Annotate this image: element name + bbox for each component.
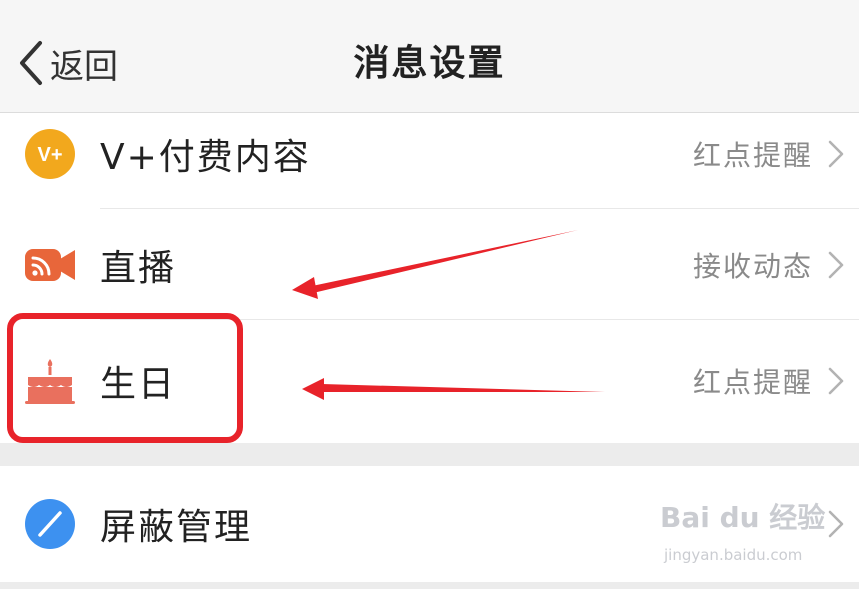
settings-row-vplus[interactable]: V+ V+付费内容 红点提醒 [0, 99, 859, 209]
row-divider [100, 319, 859, 320]
vplus-icon: V+ [25, 129, 75, 179]
watermark-url: jingyan.baidu.com [664, 546, 803, 564]
vplus-icon-text: V+ [37, 144, 62, 166]
settings-row-label: 屏蔽管理 [100, 507, 253, 548]
settings-row-label: 直播 [100, 248, 177, 289]
chevron-right-icon [828, 367, 844, 395]
settings-row-value: 红点提醒 [692, 366, 813, 399]
baidu-watermark: Bai du 经验 jingyan.baidu.com [660, 496, 845, 574]
settings-row-label: V+付费内容 [100, 137, 311, 178]
chevron-right-icon [828, 140, 844, 168]
settings-group-main: V+ V+付费内容 红点提醒 直播 接收动态 生日 红点提醒 [0, 113, 859, 443]
chevron-right-icon [828, 251, 844, 279]
row-divider [100, 208, 859, 209]
watermark-logo: Bai du 经验 [660, 501, 826, 534]
settings-row-birthday[interactable]: 生日 红点提醒 [0, 326, 859, 436]
page-title: 消息设置 [353, 43, 506, 84]
settings-row-value: 接收动态 [692, 250, 813, 283]
settings-row-label: 生日 [100, 364, 177, 405]
settings-row-live[interactable]: 直播 接收动态 [0, 210, 859, 320]
settings-row-value: 红点提醒 [692, 139, 813, 172]
block-icon [25, 499, 75, 549]
live-camera-icon [25, 249, 75, 281]
nav-bar: 返回 消息设置 [0, 0, 859, 113]
birthday-cake-icon [25, 359, 75, 404]
